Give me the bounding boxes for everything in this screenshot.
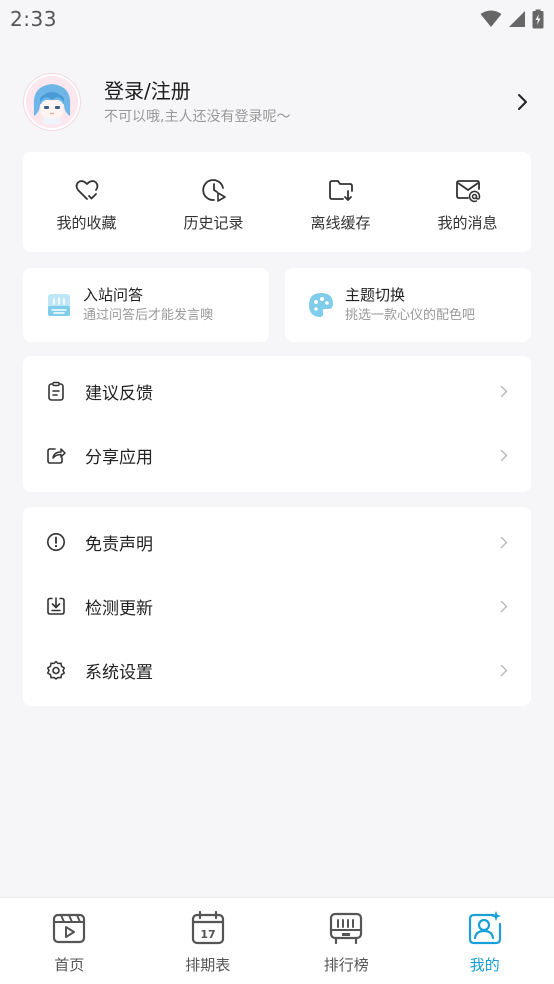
quick-item-messages[interactable]: 我的消息	[404, 152, 531, 252]
menu-label: 系统设置	[85, 662, 153, 683]
chevron-right-icon	[497, 384, 511, 398]
quick-label: 我的消息	[437, 213, 498, 232]
wifi-icon	[480, 10, 502, 27]
menu-item-settings[interactable]: 系统设置	[23, 638, 531, 702]
quick-label: 离线缓存	[310, 213, 371, 232]
bottom-nav: 首页 17 排期表 排行榜 我的	[0, 897, 554, 984]
menu-group-settings: 免责声明 检测更新 系统设置	[23, 507, 531, 706]
gear-icon	[45, 659, 67, 681]
nav-item-home[interactable]: 首页	[0, 898, 139, 984]
menu-group-feedback: 建议反馈 分享应用	[23, 356, 531, 492]
quick-label: 历史记录	[183, 213, 244, 232]
quick-item-offline[interactable]: 离线缓存	[277, 152, 404, 252]
feature-text: 入站问答 通过问答后才能发言噢	[83, 285, 213, 325]
menu-label: 免责声明	[85, 534, 153, 555]
menu-label: 建议反馈	[85, 383, 153, 404]
profile-sparkle-icon	[468, 911, 501, 945]
chevron-right-icon	[497, 599, 511, 613]
palette-icon	[309, 293, 333, 317]
feature-quiz-card[interactable]: 入站问答 通过问答后才能发言噢	[23, 268, 269, 342]
clipboard-icon	[45, 380, 67, 402]
menu-label: 检测更新	[85, 598, 153, 619]
heart-check-icon	[75, 179, 98, 200]
folder-download-icon	[328, 179, 353, 201]
nav-item-ranking[interactable]: 排行榜	[277, 898, 416, 984]
chevron-right-icon	[497, 535, 511, 549]
status-icons	[480, 9, 544, 29]
mail-at-icon	[455, 179, 480, 202]
download-box-icon	[45, 595, 67, 617]
status-time: 2:33	[10, 7, 57, 31]
share-icon	[45, 444, 67, 466]
nav-label: 首页	[54, 956, 85, 974]
feature-subtitle: 通过问答后才能发言噢	[83, 308, 214, 323]
menu-label: 分享应用	[85, 447, 153, 468]
ranking-icon	[330, 912, 363, 945]
feature-subtitle: 挑选一款心仪的配色吧	[345, 308, 476, 323]
login-hint: 不可以哦,主人还没有登录呢～	[104, 109, 291, 125]
quick-item-history[interactable]: 历史记录	[150, 152, 277, 252]
feature-text: 主题切换 挑选一款心仪的配色吧	[345, 285, 475, 325]
profile-text: 登录/注册 不可以哦,主人还没有登录呢～	[104, 78, 510, 126]
nav-label: 我的	[469, 956, 500, 974]
menu-item-disclaimer[interactable]: 免责声明	[23, 510, 531, 574]
avatar[interactable]	[24, 74, 80, 130]
signal-icon	[509, 11, 525, 27]
calendar-17-icon: 17	[191, 910, 224, 945]
status-bar: 2:33	[0, 0, 554, 38]
nav-item-mine[interactable]: 我的	[416, 898, 554, 984]
feature-theme-card[interactable]: 主题切换 挑选一款心仪的配色吧	[285, 268, 531, 342]
profile-header[interactable]: 登录/注册 不可以哦,主人还没有登录呢～	[24, 72, 534, 132]
nav-label: 排期表	[185, 956, 231, 974]
menu-item-share[interactable]: 分享应用	[23, 423, 531, 487]
chevron-right-icon[interactable]	[510, 90, 534, 114]
info-circle-icon	[45, 531, 67, 553]
login-register-title[interactable]: 登录/注册	[104, 78, 510, 104]
feature-title: 入站问答	[83, 286, 144, 304]
chevron-right-icon	[497, 448, 511, 462]
feature-title: 主题切换	[345, 286, 406, 304]
menu-item-feedback[interactable]: 建议反馈	[23, 359, 531, 423]
clock-play-icon	[201, 178, 226, 202]
nav-label: 排行榜	[323, 956, 369, 974]
battery-icon	[532, 9, 544, 29]
quiz-icon	[48, 294, 70, 316]
quick-label: 我的收藏	[56, 213, 117, 232]
svg-text:17: 17	[200, 928, 215, 941]
quick-item-favorites[interactable]: 我的收藏	[23, 152, 150, 252]
chevron-right-icon	[497, 663, 511, 677]
menu-item-update[interactable]: 检测更新	[23, 574, 531, 638]
quick-actions-card: 我的收藏 历史记录 离线缓存 我的消息	[23, 152, 531, 252]
video-home-icon	[53, 913, 86, 944]
nav-item-schedule[interactable]: 17 排期表	[139, 898, 278, 984]
